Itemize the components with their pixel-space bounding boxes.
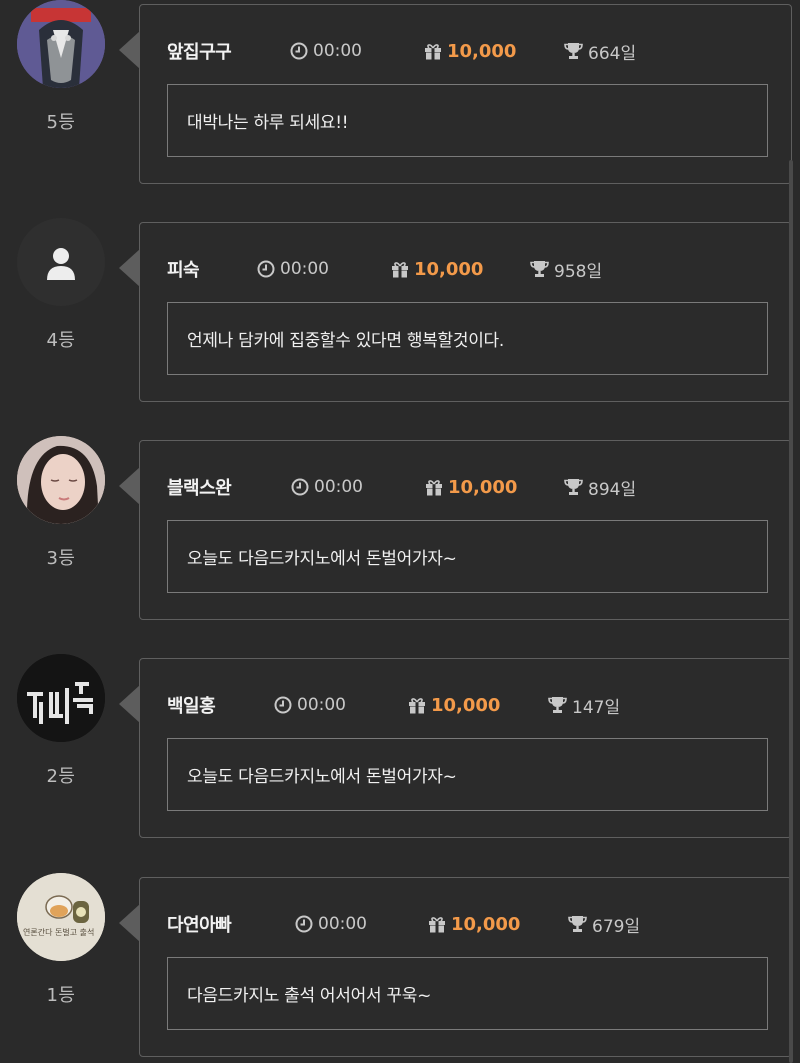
nickname[interactable]: 피숙 (167, 255, 200, 283)
trophy-icon (564, 43, 583, 59)
points-text: 10,000 (431, 694, 501, 716)
avatar-column: 연론간다 돈벌고 출석 1등 (16, 873, 106, 1007)
attendance-entry: 5등 앞집구구 00:00 10,000 664일 대박나는 하루 되세요!! (0, 0, 800, 186)
rank-label: 5등 (46, 112, 76, 133)
gift-icon (409, 697, 425, 714)
nickname-text: 피숙 (167, 260, 200, 281)
nickname[interactable]: 앞집구구 (167, 37, 232, 65)
time-text: 00:00 (314, 477, 363, 497)
attendance-points: 10,000 (391, 255, 483, 283)
trophy-icon (564, 479, 583, 495)
rank-label: 4등 (46, 330, 76, 351)
attendance-days: 679일 (568, 910, 640, 938)
clock-icon (274, 696, 292, 714)
days-text: 958일 (554, 261, 603, 282)
attendance-card: 백일홍 00:00 10,000 147일 오늘도 다음드카지노에서 돈벌어가자… (119, 658, 792, 838)
attendance-entry: 2등 백일홍 00:00 10,000 147일 오늘도 다음드카지노에서 돈벌… (0, 654, 800, 840)
trophy-icon (530, 261, 549, 277)
trophy-icon (548, 697, 567, 713)
nickname-text: 블랙스완 (167, 478, 232, 499)
gift-icon (429, 916, 445, 933)
attendance-days: 958일 (530, 255, 602, 283)
nickname[interactable]: 블랙스완 (167, 473, 232, 501)
avatar-column: 3등 (16, 436, 106, 570)
nickname-text: 백일홍 (167, 696, 216, 717)
attendance-message: 대박나는 하루 되세요!! (167, 84, 768, 157)
avatar[interactable] (17, 654, 105, 742)
clock-icon (290, 42, 308, 60)
clock-icon (295, 915, 313, 933)
attendance-message: 오늘도 다음드카지노에서 돈벌어가자~ (167, 520, 768, 593)
attendance-card: 앞집구구 00:00 10,000 664일 대박나는 하루 되세요!! (119, 4, 792, 184)
attendance-time: 00:00 (291, 473, 363, 501)
gift-icon (425, 43, 441, 60)
attendance-entry: 4등 피숙 00:00 10,000 958일 언제나 담카에 집중할수 있다면… (0, 218, 800, 404)
days-text: 664일 (588, 43, 637, 64)
rank-label: 2등 (46, 766, 76, 787)
avatar[interactable] (17, 436, 105, 524)
nickname[interactable]: 다연아빠 (167, 910, 232, 938)
attendance-days: 894일 (564, 473, 636, 501)
gift-icon (426, 479, 442, 496)
attendance-time: 00:00 (257, 255, 329, 283)
attendance-card: 블랙스완 00:00 10,000 894일 오늘도 다음드카지노에서 돈벌어가… (119, 440, 792, 620)
avatar[interactable] (17, 218, 105, 306)
avatar[interactable] (17, 0, 105, 88)
time-text: 00:00 (313, 41, 362, 61)
time-text: 00:00 (280, 259, 329, 279)
attendance-points: 10,000 (408, 691, 500, 719)
attendance-card: 다연아빠 00:00 10,000 679일 다음드카지노 출석 어서어서 꾸욱… (119, 877, 792, 1057)
attendance-card: 피숙 00:00 10,000 958일 언제나 담카에 집중할수 있다면 행복… (119, 222, 792, 402)
nickname-text: 앞집구구 (167, 42, 232, 63)
avatar-column: 4등 (16, 218, 106, 352)
rank-label: 1등 (46, 985, 76, 1006)
days-text: 679일 (592, 916, 641, 937)
days-text: 894일 (588, 479, 637, 500)
attendance-time: 00:00 (274, 691, 346, 719)
attendance-entry: 연론간다 돈벌고 출석 1등 다연아빠 00:00 10,000 679일 다음… (0, 873, 800, 1059)
avatar-column: 5등 (16, 0, 106, 134)
attendance-message: 다음드카지노 출석 어서어서 꾸욱~ (167, 957, 768, 1030)
gift-icon (392, 261, 408, 278)
attendance-days: 147일 (548, 691, 620, 719)
attendance-points: 10,000 (425, 473, 517, 501)
svg-text:연론간다 돈벌고 출석: 연론간다 돈벌고 출석 (23, 927, 94, 937)
clock-icon (257, 260, 275, 278)
attendance-entry: 3등 블랙스완 00:00 10,000 894일 오늘도 다음드카지노에서 돈… (0, 436, 800, 622)
attendance-time: 00:00 (295, 910, 367, 938)
time-text: 00:00 (318, 914, 367, 934)
attendance-list: 5등 앞집구구 00:00 10,000 664일 대박나는 하루 되세요!! (0, 0, 800, 1063)
points-text: 10,000 (451, 913, 521, 935)
trophy-icon (568, 916, 587, 932)
attendance-days: 664일 (564, 37, 636, 65)
days-text: 147일 (572, 697, 621, 718)
points-text: 10,000 (414, 258, 484, 280)
attendance-message: 오늘도 다음드카지노에서 돈벌어가자~ (167, 738, 768, 811)
attendance-points: 10,000 (424, 37, 516, 65)
time-text: 00:00 (297, 695, 346, 715)
avatar[interactable]: 연론간다 돈벌고 출석 (17, 873, 105, 961)
points-text: 10,000 (447, 40, 517, 62)
scrollbar[interactable] (789, 160, 793, 1063)
nickname-text: 다연아빠 (167, 915, 232, 936)
avatar-column: 2등 (16, 654, 106, 788)
user-icon (17, 218, 105, 306)
attendance-time: 00:00 (290, 37, 362, 65)
attendance-message: 언제나 담카에 집중할수 있다면 행복할것이다. (167, 302, 768, 375)
points-text: 10,000 (448, 476, 518, 498)
clock-icon (291, 478, 309, 496)
nickname[interactable]: 백일홍 (167, 691, 216, 719)
rank-label: 3등 (46, 548, 76, 569)
attendance-points: 10,000 (428, 910, 520, 938)
